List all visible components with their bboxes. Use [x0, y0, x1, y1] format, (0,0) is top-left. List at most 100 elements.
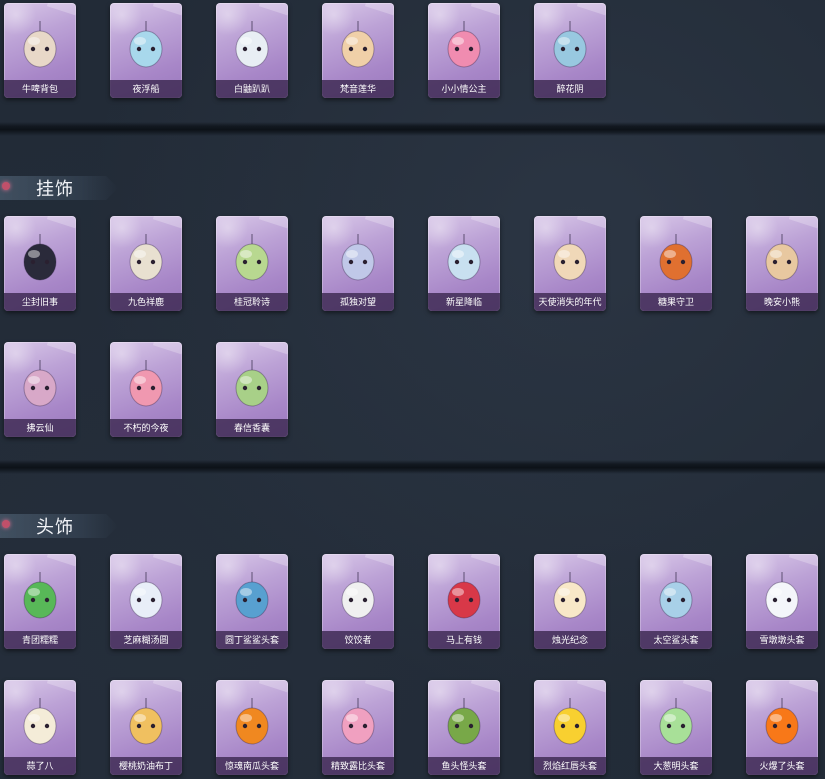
item-card[interactable]: 饺饺者 — [322, 554, 394, 649]
card-corner-decoration — [258, 342, 288, 355]
item-card[interactable]: 不朽的今夜 — [110, 342, 182, 437]
card-corner-decoration — [152, 342, 182, 355]
item-card[interactable]: 樱桃奶油布丁 — [110, 680, 182, 775]
section-title: 挂饰 — [36, 179, 74, 200]
item-card[interactable]: 大葱明头套 — [640, 680, 712, 775]
cloud-fairy-charm-icon — [16, 356, 64, 412]
item-card[interactable]: 太空鲨头套 — [640, 554, 712, 649]
card-corner-decoration — [470, 680, 500, 693]
item-card[interactable]: 圆丁鲨鲨头套 — [216, 554, 288, 649]
item-card[interactable]: 天使消失的年代 — [534, 216, 606, 311]
pumpkin-head-icon — [228, 694, 276, 750]
item-label: 新星降临 — [445, 298, 482, 308]
item-label: 桂冠聆诗 — [233, 298, 270, 308]
item-card[interactable]: 梵音莲华 — [322, 3, 394, 98]
item-card[interactable]: 新星降临 — [428, 216, 500, 311]
item-label: 蒜了八 — [26, 762, 54, 772]
item-card[interactable]: 蒜了八 — [4, 680, 76, 775]
item-card[interactable]: 青团糯糯 — [4, 554, 76, 649]
dark-doll-charm-icon — [16, 230, 64, 286]
flower-lantern-icon — [546, 17, 594, 73]
item-card[interactable]: 惊魂南瓜头套 — [216, 680, 288, 775]
card-corner-decoration — [788, 216, 818, 229]
section-title: 头饰 — [36, 517, 74, 538]
item-card[interactable]: 小小情公主 — [428, 3, 500, 98]
item-label: 糖果守卫 — [657, 298, 694, 308]
item-label: 太空鲨头套 — [653, 636, 699, 646]
lotus-doll-icon — [334, 17, 382, 73]
fish-head-icon — [440, 694, 488, 750]
item-card[interactable]: 白鼬趴趴 — [216, 3, 288, 98]
item-label: 春信香囊 — [233, 424, 270, 434]
deer-charm-icon — [122, 230, 170, 286]
card-corner-decoration — [258, 680, 288, 693]
item-card[interactable]: 马上有钱 — [428, 554, 500, 649]
candle-head-icon — [546, 568, 594, 624]
pink-princess-icon — [440, 17, 488, 73]
card-corner-decoration — [470, 554, 500, 567]
item-card[interactable]: 雪墩墩头套 — [746, 554, 818, 649]
item-label: 惊魂南瓜头套 — [224, 762, 279, 772]
pikachu-head-icon — [546, 694, 594, 750]
header-dot-icon — [2, 520, 10, 528]
section-divider — [0, 122, 825, 136]
dumpling-head-icon — [334, 568, 382, 624]
angel-charm-icon — [546, 230, 594, 286]
item-card[interactable]: 烛光纪念 — [534, 554, 606, 649]
item-label: 天使消失的年代 — [538, 298, 602, 308]
card-corner-decoration — [46, 554, 76, 567]
item-card[interactable]: 糖果守卫 — [640, 216, 712, 311]
item-card[interactable]: 烈焰红唇头套 — [534, 680, 606, 775]
card-corner-decoration — [152, 3, 182, 16]
item-label: 九色祥鹿 — [127, 298, 164, 308]
item-label: 夜浮船 — [132, 85, 160, 95]
item-card[interactable]: 拂云仙 — [4, 342, 76, 437]
card-corner-decoration — [152, 554, 182, 567]
item-card[interactable]: 牛啤背包 — [4, 3, 76, 98]
sachet-charm-icon — [228, 356, 276, 412]
card-corner-decoration — [364, 680, 394, 693]
item-card[interactable]: 孤独对望 — [322, 216, 394, 311]
space-shark-head-icon — [652, 568, 700, 624]
item-label: 不朽的今夜 — [123, 424, 169, 434]
item-card[interactable]: 火爆了头套 — [746, 680, 818, 775]
item-card[interactable]: 桂冠聆诗 — [216, 216, 288, 311]
item-label: 牛啤背包 — [21, 85, 58, 95]
header-dot-icon — [2, 182, 10, 190]
fire-head-icon — [758, 694, 806, 750]
card-corner-decoration — [576, 216, 606, 229]
card-corner-decoration — [788, 680, 818, 693]
cow-backpack-icon — [16, 17, 64, 73]
card-corner-decoration — [682, 554, 712, 567]
card-corner-decoration — [788, 554, 818, 567]
item-card[interactable]: 芝麻糊汤圆 — [110, 554, 182, 649]
item-card[interactable]: 醉花阴 — [534, 3, 606, 98]
card-corner-decoration — [364, 554, 394, 567]
item-card[interactable]: 春信香囊 — [216, 342, 288, 437]
item-card[interactable]: 精致露比头套 — [322, 680, 394, 775]
card-corner-decoration — [364, 216, 394, 229]
item-card[interactable]: 九色祥鹿 — [110, 216, 182, 311]
item-label: 芝麻糊汤圆 — [123, 636, 169, 646]
item-label: 青团糯糯 — [21, 636, 58, 646]
candy-guard-charm-icon — [652, 230, 700, 286]
item-label: 火爆了头套 — [759, 762, 805, 772]
card-corner-decoration — [46, 216, 76, 229]
card-corner-decoration — [470, 3, 500, 16]
card-corner-decoration — [682, 680, 712, 693]
item-card[interactable]: 夜浮船 — [110, 3, 182, 98]
item-card[interactable]: 鱼头怪头套 — [428, 680, 500, 775]
card-corner-decoration — [470, 216, 500, 229]
item-label: 圆丁鲨鲨头套 — [224, 636, 279, 646]
card-corner-decoration — [46, 3, 76, 16]
item-label: 尘封旧事 — [21, 298, 58, 308]
card-corner-decoration — [46, 680, 76, 693]
item-label: 小小情公主 — [441, 85, 487, 95]
pink-pig-head-icon — [334, 694, 382, 750]
item-card[interactable]: 晚安小熊 — [746, 216, 818, 311]
item-label: 樱桃奶油布丁 — [118, 762, 173, 772]
item-card[interactable]: 尘封旧事 — [4, 216, 76, 311]
laurel-charm-icon — [228, 230, 276, 286]
tangyuan-head-icon — [122, 568, 170, 624]
card-corner-decoration — [258, 554, 288, 567]
